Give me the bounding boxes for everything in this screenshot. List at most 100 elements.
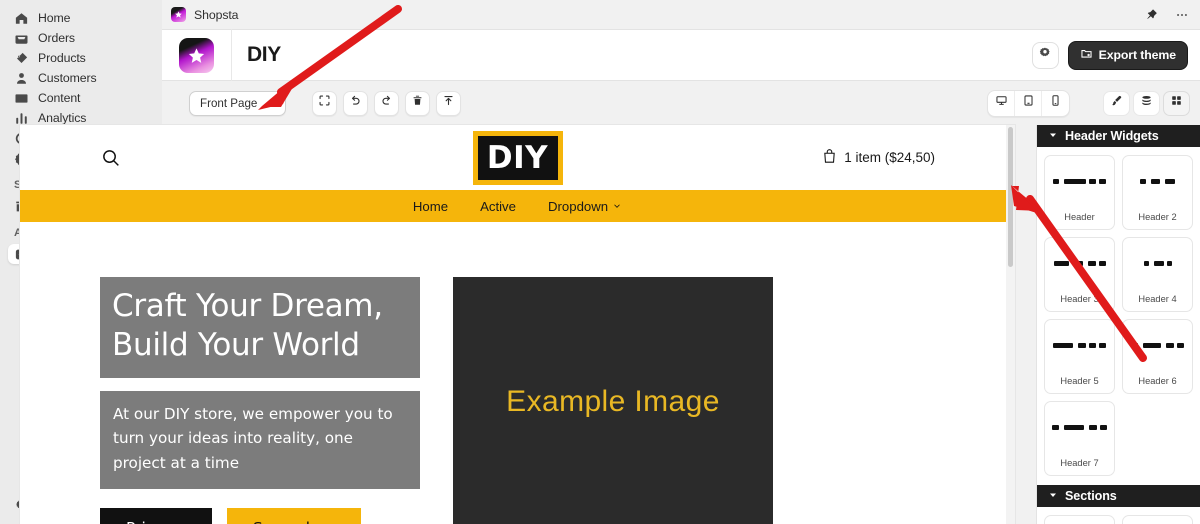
section-title: Sections <box>1065 489 1117 503</box>
sidebar-item-label: Content <box>38 91 81 105</box>
store-nav-dropdown[interactable]: Dropdown <box>548 199 622 214</box>
device-tablet-button[interactable] <box>1015 90 1042 116</box>
topbar-app-identity: Shopsta <box>171 7 239 22</box>
widget-card[interactable]: Header 4 <box>1122 237 1193 312</box>
hero-title: Craft Your Dream, Build Your World <box>100 277 420 378</box>
widget-card[interactable]: Header 2 <box>1122 155 1193 230</box>
section-card[interactable] <box>1122 515 1193 524</box>
redo-icon <box>380 94 393 112</box>
widget-thumbnail-bar <box>1166 342 1174 348</box>
customers-icon <box>14 71 29 86</box>
widget-thumbnail <box>1131 341 1184 349</box>
widget-card[interactable]: Header <box>1044 155 1115 230</box>
products-icon <box>14 51 29 66</box>
store-nav-home[interactable]: Home <box>413 199 448 214</box>
hero-text-column: Craft Your Dream, Build Your World At ou… <box>100 277 420 524</box>
widget-thumbnail-bar <box>1053 342 1073 348</box>
widget-thumbnail-bar <box>1089 424 1097 430</box>
widget-thumbnail-bar <box>1073 260 1083 266</box>
widget-thumbnail-bar <box>1143 342 1161 348</box>
theme-logo-icon <box>179 37 214 73</box>
analytics-icon <box>14 111 29 126</box>
store-nav-active[interactable]: Active <box>480 199 516 214</box>
sidebar-item-content[interactable]: Content <box>8 88 154 108</box>
pin-icon[interactable] <box>1143 6 1160 23</box>
cart-summary[interactable]: 1 item ($24,50) <box>821 148 935 168</box>
brush-icon <box>1110 94 1123 112</box>
sidebar-item-home[interactable]: Home <box>8 8 154 28</box>
sidebar-item-label: Customers <box>38 71 97 85</box>
widget-thumbnail-bar <box>1099 342 1106 348</box>
hero-image-placeholder[interactable]: Example Image <box>453 277 773 524</box>
hero-secondary-button[interactable]: Secondary <box>226 507 361 524</box>
canvas-scrollbar[interactable] <box>1006 125 1015 524</box>
content-icon <box>14 91 29 106</box>
redo-button[interactable] <box>374 90 399 116</box>
focus-frame-icon <box>318 94 331 112</box>
sidebar-item-products[interactable]: Products <box>8 48 154 68</box>
widget-thumbnail-bar <box>1052 424 1059 430</box>
widget-card[interactable]: Header 3 <box>1044 237 1115 312</box>
orders-icon <box>14 31 29 46</box>
widget-thumbnail-bar <box>1166 260 1172 266</box>
layers-icon <box>1140 94 1153 112</box>
panel-tab-layers[interactable] <box>1133 90 1160 116</box>
store-preview-canvas[interactable]: DIY 1 item ($24,50) Home Active Dropdown… <box>20 125 1015 524</box>
editor-toolbar-right <box>987 89 1190 117</box>
editor-tool-group <box>312 90 461 116</box>
widget-thumbnail-bar <box>1087 260 1096 266</box>
sidebar-item-customers[interactable]: Customers <box>8 68 154 88</box>
mobile-icon <box>1049 94 1062 112</box>
grid-icon <box>1170 94 1183 112</box>
widget-label: Header 2 <box>1138 212 1177 222</box>
widget-card[interactable]: Header 7 <box>1044 401 1115 476</box>
search-icon[interactable] <box>100 147 122 169</box>
widget-thumbnail-bar <box>1131 342 1138 348</box>
delete-button[interactable] <box>405 90 430 116</box>
export-folder-icon <box>1080 47 1093 63</box>
panel-tab-style[interactable] <box>1103 90 1130 116</box>
device-desktop-button[interactable] <box>988 90 1015 116</box>
gear-icon <box>1038 46 1052 65</box>
undo-button[interactable] <box>343 90 368 116</box>
section-header-widgets[interactable]: Header Widgets <box>1037 125 1200 147</box>
widget-card[interactable]: Header 6 <box>1122 319 1193 394</box>
canvas-scrollbar-thumb[interactable] <box>1008 127 1013 267</box>
theme-header: DIY Export theme <box>162 29 1200 81</box>
shopping-bag-icon <box>821 148 838 168</box>
widget-thumbnail-bar <box>1098 260 1106 266</box>
sidebar-item-label: Products <box>38 51 86 65</box>
focus-frame-button[interactable] <box>312 90 337 116</box>
topbar-app-name: Shopsta <box>194 7 239 22</box>
widget-label: Header 7 <box>1060 458 1099 468</box>
more-horizontal-icon[interactable] <box>1173 6 1190 23</box>
panel-tab-widgets[interactable] <box>1163 90 1190 116</box>
widget-label: Header 3 <box>1060 294 1099 304</box>
store-nav: Home Active Dropdown <box>20 190 1015 222</box>
widget-card[interactable]: Header 5 <box>1044 319 1115 394</box>
publish-button[interactable] <box>436 90 461 116</box>
theme-header-actions: Export theme <box>1031 40 1200 70</box>
widget-thumbnail-bar <box>1099 178 1106 184</box>
section-sections[interactable]: Sections <box>1037 485 1200 507</box>
store-nav-label: Dropdown <box>547 198 609 214</box>
page-select[interactable]: Front Page <box>189 90 286 116</box>
widget-thumbnail <box>1053 259 1106 267</box>
widget-thumbnail-bar <box>1053 178 1059 184</box>
topbar-actions <box>1143 6 1190 23</box>
widget-label: Header 5 <box>1060 376 1099 386</box>
section-card[interactable] <box>1044 515 1115 524</box>
widget-thumbnail-bar <box>1089 342 1096 348</box>
widget-label: Header <box>1064 212 1095 222</box>
sidebar-item-orders[interactable]: Orders <box>8 28 154 48</box>
theme-settings-button[interactable] <box>1031 41 1059 69</box>
app-topbar: Shopsta <box>162 0 1200 29</box>
chevron-down-icon <box>612 199 622 214</box>
hero-primary-button[interactable]: Primary <box>100 507 212 524</box>
widget-thumbnail-bar <box>1089 178 1096 184</box>
export-theme-button[interactable]: Export theme <box>1067 40 1188 70</box>
theme-title: DIY <box>247 43 281 66</box>
device-mobile-button[interactable] <box>1042 91 1069 116</box>
widgets-panel: Header Widgets Header Header 2 Header 3 Hea… <box>1036 125 1200 524</box>
widget-thumbnail-bar <box>1143 260 1149 266</box>
